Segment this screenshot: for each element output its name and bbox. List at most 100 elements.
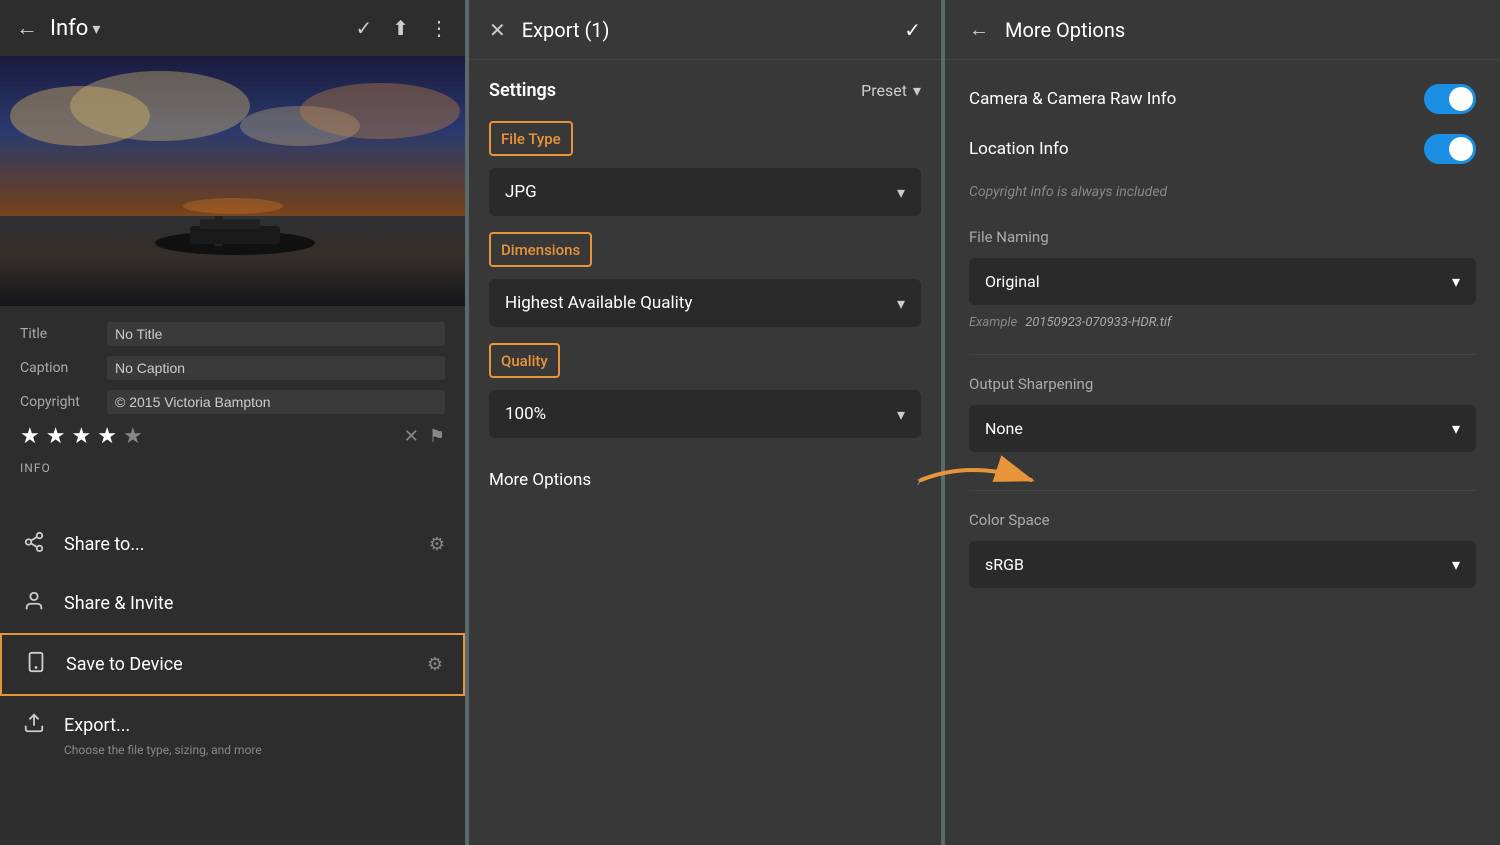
preset-chevron-icon: ▾ [913,81,921,100]
info-chevron-icon[interactable]: ▾ [92,19,100,38]
share-to-icon [20,531,48,558]
quality-dropdown[interactable]: 100% ▾ [489,390,921,438]
title-row: Title [20,322,445,346]
save-to-device-label: Save to Device [66,654,183,675]
metadata-area: Title Caption Copyright ★ ★ ★ ★ ★ ✕ ⚑ IN… [0,306,465,515]
check-icon[interactable]: ✓ [355,16,372,40]
quality-value: 100% [505,404,546,424]
share-icon[interactable]: ⬆ [392,16,409,40]
annotation-arrow [911,450,1051,510]
share-to-gear-icon[interactable]: ⚙ [429,534,445,555]
caption-row: Caption [20,356,445,380]
star-2[interactable]: ★ [46,424,66,449]
menu-items: Share to... ⚙ Share & Invite Save to Dev… [0,515,465,845]
example-row: Example 20150923-070933-HDR.tif [969,315,1476,330]
share-invite-label: Share & Invite [64,593,173,614]
close-button[interactable]: ✕ [489,18,506,42]
copyright-label: Copyright [20,394,95,410]
star-5[interactable]: ★ [123,424,143,449]
example-value: 20150923-070933-HDR.tif [1025,315,1171,330]
file-type-label: File Type [501,130,561,148]
left-header: ← Info ▾ ✓ ⬆ ⋮ [0,0,465,56]
color-space-dropdown[interactable]: sRGB ▾ [969,541,1476,588]
caption-input[interactable] [107,356,445,380]
output-sharpening-label: Output Sharpening [969,375,1476,393]
color-space-value: sRGB [985,555,1024,574]
camera-raw-toggle[interactable] [1424,84,1476,114]
preset-label: Preset [861,81,907,100]
share-invite-menu-item[interactable]: Share & Invite [0,574,465,633]
copyright-note: Copyright info is always included [969,184,1476,200]
file-naming-dropdown[interactable]: Original ▾ [969,258,1476,305]
export-title: Export (1) [522,18,610,42]
more-options-title: More Options [1005,18,1125,42]
header-right-icons: ✓ ⬆ ⋮ [355,16,449,40]
save-to-device-menu-item[interactable]: Save to Device ⚙ [0,633,465,696]
dimensions-label: Dimensions [501,241,580,259]
save-device-icon [22,651,50,678]
middle-header: ✕ Export (1) ✓ [469,0,941,60]
location-info-toggle[interactable] [1424,134,1476,164]
output-sharpening-dropdown[interactable]: None ▾ [969,405,1476,452]
preset-button[interactable]: Preset ▾ [861,81,921,100]
export-sub: Choose the file type, sizing, and more [20,739,262,758]
export-label: Export... [64,715,130,736]
info-title-text: Info [50,16,88,41]
more-icon[interactable]: ⋮ [429,16,449,40]
location-info-toggle-row: Location Info [969,134,1476,164]
info-section-label: INFO [20,461,445,483]
settings-label: Settings [489,80,556,101]
example-word: Example [969,315,1017,330]
star-4[interactable]: ★ [97,424,117,449]
star-3[interactable]: ★ [71,424,91,449]
export-top: Export... [20,712,445,739]
file-naming-label: File Naming [969,228,1476,246]
caption-label: Caption [20,360,95,376]
output-sharpening-value: None [985,419,1023,438]
share-to-menu-item[interactable]: Share to... ⚙ [0,515,465,574]
export-sub-text: Choose the file type, sizing, and more [64,743,262,757]
left-panel: ← Info ▾ ✓ ⬆ ⋮ [0,0,465,845]
back-icon[interactable]: ← [16,15,38,41]
right-back-button[interactable]: ← [969,17,989,42]
dimensions-section-box: Dimensions [489,232,592,267]
camera-raw-toggle-row: Camera & Camera Raw Info [969,84,1476,114]
file-naming-chevron-icon: ▾ [1452,272,1460,291]
output-sharpening-chevron-icon: ▾ [1452,419,1460,438]
file-type-dropdown[interactable]: JPG ▾ [489,168,921,216]
more-options-row[interactable]: More Options › [489,454,921,506]
share-invite-icon [20,590,48,617]
quality-chevron-icon: ▾ [897,405,905,424]
reject-flag-icon[interactable]: ✕ [404,426,419,447]
middle-content: Settings Preset ▾ File Type JPG ▾ Dimens… [469,60,941,845]
quality-section-box: Quality [489,343,560,378]
file-naming-value: Original [985,272,1040,291]
photo-background [0,56,465,306]
camera-raw-label: Camera & Camera Raw Info [969,89,1176,109]
settings-row: Settings Preset ▾ [489,80,921,101]
more-options-label: More Options [489,470,591,490]
star-1[interactable]: ★ [20,424,40,449]
title-input[interactable] [107,322,445,346]
save-device-gear-icon[interactable]: ⚙ [427,654,443,675]
share-to-label: Share to... [64,534,145,555]
color-space-label: Color Space [969,511,1476,529]
quality-label: Quality [501,352,548,370]
location-info-label: Location Info [969,139,1069,159]
dimensions-value: Highest Available Quality [505,293,692,313]
export-menu-item[interactable]: Export... Choose the file type, sizing, … [0,696,465,774]
pick-flag-icon[interactable]: ⚑ [429,426,445,447]
file-type-section-box: File Type [489,121,573,156]
info-title-container: Info ▾ [50,16,100,41]
file-type-chevron-icon: ▾ [897,183,905,202]
export-confirm-button[interactable]: ✓ [904,18,921,42]
dimensions-dropdown[interactable]: Highest Available Quality ▾ [489,279,921,327]
dimensions-chevron-icon: ▾ [897,294,905,313]
middle-panel: ✕ Export (1) ✓ Settings Preset ▾ File Ty… [465,0,945,845]
right-panel: ← More Options Camera & Camera Raw Info … [945,0,1500,845]
stars-row: ★ ★ ★ ★ ★ ✕ ⚑ [20,424,445,449]
right-header: ← More Options [945,0,1500,60]
copyright-input[interactable] [107,390,445,414]
flag-icons: ✕ ⚑ [404,426,445,447]
export-icon [20,712,48,739]
